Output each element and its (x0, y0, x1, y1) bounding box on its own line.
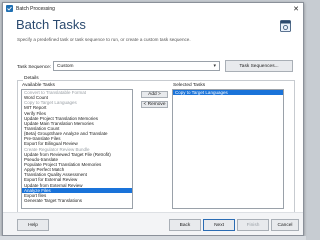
add-button[interactable]: Add > (141, 91, 168, 98)
selected-tasks-list[interactable]: Copy to Target Languages (172, 89, 284, 209)
selected-tasks-label: Selected Tasks (173, 83, 206, 88)
help-button[interactable]: Help (17, 219, 49, 231)
background-strip (0, 236, 306, 240)
page-title: Batch Tasks (16, 17, 86, 32)
task-sequence-label: Task Sequence: (17, 65, 52, 70)
remove-button[interactable]: < Remove (141, 101, 168, 108)
close-button[interactable]: ✕ (289, 3, 303, 14)
available-tasks-list[interactable]: Convert to Translatable Format Word Count… (21, 89, 133, 209)
batch-tasks-icon (280, 20, 291, 32)
title-bar[interactable]: Batch Processing ✕ (3, 3, 303, 14)
list-item[interactable]: Copy to Target Languages (173, 90, 283, 96)
list-item[interactable]: Generate Target Translations (22, 198, 132, 203)
window-title: Batch Processing (16, 5, 55, 12)
finish-button[interactable]: Finish (237, 219, 269, 231)
back-button[interactable]: Back (169, 219, 201, 231)
next-button[interactable]: Next (203, 219, 235, 231)
available-tasks-label: Available Tasks (22, 83, 55, 88)
task-sequence-select[interactable]: Custom ▾ (53, 61, 220, 71)
details-label: Details (23, 76, 40, 81)
page-subtitle: Specify a predefined task or task sequen… (17, 37, 191, 42)
task-sequence-value: Custom (57, 63, 74, 69)
chevron-down-icon: ▾ (213, 63, 216, 69)
cancel-button[interactable]: Cancel (271, 219, 299, 231)
app-icon (6, 5, 13, 12)
task-sequences-button[interactable]: Task Sequences... (225, 60, 293, 72)
batch-processing-window: Batch Processing ✕ Batch Tasks Specify a… (2, 2, 304, 236)
